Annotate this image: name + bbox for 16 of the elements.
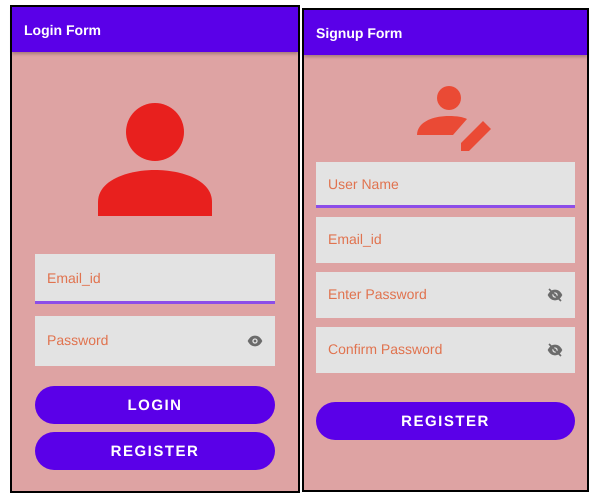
action-button[interactable]: REGISTER bbox=[35, 432, 275, 470]
input-field[interactable]: Email_id bbox=[316, 217, 575, 263]
eye-icon bbox=[247, 333, 263, 349]
input-field[interactable]: User Name bbox=[316, 162, 575, 208]
person-icon bbox=[98, 102, 212, 216]
input-field[interactable]: Password bbox=[35, 316, 275, 366]
input-field[interactable]: Enter Password bbox=[316, 272, 575, 318]
eye-off-icon bbox=[547, 342, 563, 358]
action-button[interactable]: REGISTER bbox=[316, 402, 575, 440]
input-field[interactable]: Confirm Password bbox=[316, 327, 575, 373]
screen-title: Login Form bbox=[24, 22, 101, 38]
input-field[interactable]: Email_id bbox=[35, 254, 275, 304]
person-edit-icon bbox=[416, 85, 492, 153]
action-button[interactable]: LOGIN bbox=[35, 386, 275, 424]
eye-off-icon bbox=[547, 287, 563, 303]
screen-title: Signup Form bbox=[316, 24, 402, 40]
